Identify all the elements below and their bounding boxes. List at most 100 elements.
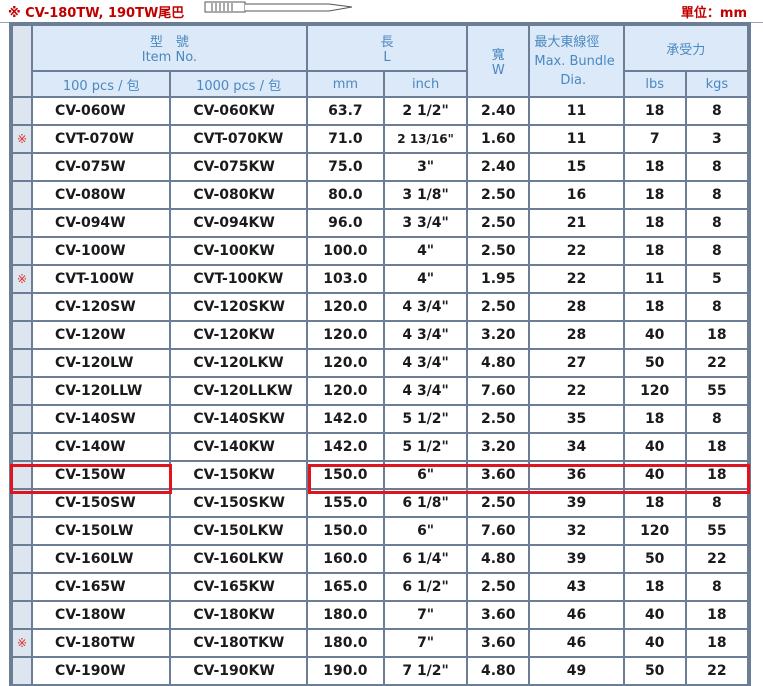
- bundle-dia-value: 49: [530, 658, 623, 684]
- row-mark: [13, 154, 32, 180]
- caption-note: ※ CV-180TW, 190TW尾巴: [8, 6, 185, 21]
- row-mark: [13, 462, 32, 488]
- bundle-dia-value: 39: [530, 546, 623, 572]
- item-no-1000: CV-120KW: [171, 322, 306, 348]
- table-row: CV-120LW CV-120LKW 120.0 4 3/4" 4.80 27 50 22: [13, 350, 747, 376]
- length-mm: 96.0: [307, 210, 383, 236]
- row-mark: [13, 378, 32, 404]
- bundle-dia-value: 22: [530, 378, 623, 404]
- item-no-100: CV-120LW: [33, 350, 170, 376]
- tensile-kgs: 5: [686, 266, 747, 292]
- table-row: CV-100W CV-100KW 100.0 4" 2.50 22 18 8: [13, 238, 747, 264]
- length-mm: 155.0: [307, 490, 383, 516]
- table-row: CV-190W CV-190KW 190.0 7 1/2" 4.80 49 50 22: [13, 658, 747, 684]
- bundle-dia-value: 36: [530, 462, 623, 488]
- item-no-1000: CV-120LKW: [171, 350, 306, 376]
- tensile-kgs: 18: [686, 462, 747, 488]
- length-inch: 6": [384, 518, 467, 544]
- row-mark: [13, 434, 32, 460]
- header-pack-1000: 1000 pcs / 包: [171, 72, 306, 96]
- cable-tie-tail-icon: [204, 1, 353, 13]
- width-value: 3.20: [468, 322, 529, 348]
- row-mark: [13, 98, 32, 124]
- width-value: 2.50: [468, 406, 529, 432]
- row-mark: [13, 602, 32, 628]
- item-no-100: CV-120W: [33, 322, 170, 348]
- item-no-100: CVT-100W: [33, 266, 170, 292]
- item-no-1000: CV-150SKW: [171, 490, 306, 516]
- item-no-1000: CV-060KW: [171, 98, 306, 124]
- length-inch: 6 1/2": [384, 574, 467, 600]
- bundle-dia-value: 27: [530, 350, 623, 376]
- table-row: ※ CVT-070W CVT-070KW 71.0 2 13/16" 1.60 11 7 3: [13, 126, 747, 152]
- tensile-lbs: 40: [624, 462, 685, 488]
- row-mark: [13, 322, 32, 348]
- tensile-lbs: 18: [624, 210, 685, 236]
- length-inch: 4": [384, 266, 467, 292]
- bundle-dia-value: 16: [530, 182, 623, 208]
- length-inch: 6 1/8": [384, 490, 467, 516]
- tensile-lbs: 50: [624, 350, 685, 376]
- width-value: 2.50: [468, 210, 529, 236]
- item-no-1000: CV-075KW: [171, 154, 306, 180]
- tensile-lbs: 18: [624, 574, 685, 600]
- table-row: CV-120LLW CV-120LLKW 120.0 4 3/4" 7.60 22 120 5…: [13, 378, 747, 404]
- length-mm: 142.0: [307, 406, 383, 432]
- length-inch: 3 3/4": [384, 210, 467, 236]
- length-mm: 142.0: [307, 434, 383, 460]
- length-inch: 7": [384, 630, 467, 656]
- length-mm: 100.0: [307, 238, 383, 264]
- bundle-dia-value: 43: [530, 574, 623, 600]
- header-width: 寬 W: [468, 26, 529, 96]
- width-value: 3.20: [468, 434, 529, 460]
- tensile-lbs: 18: [624, 182, 685, 208]
- item-no-1000: CVT-070KW: [171, 126, 306, 152]
- width-value: 2.50: [468, 490, 529, 516]
- bundle-dia-value: 32: [530, 518, 623, 544]
- item-no-1000: CV-180KW: [171, 602, 306, 628]
- table-row: CV-060W CV-060KW 63.7 2 1/2" 2.40 11 18 8: [13, 98, 747, 124]
- table-row: CV-180W CV-180KW 180.0 7" 3.60 46 40 18: [13, 602, 747, 628]
- length-inch: 4": [384, 238, 467, 264]
- item-no-1000: CVT-100KW: [171, 266, 306, 292]
- tensile-kgs: 8: [686, 406, 747, 432]
- tensile-lbs: 50: [624, 658, 685, 684]
- bundle-dia-value: 46: [530, 630, 623, 656]
- length-mm: 165.0: [307, 574, 383, 600]
- table-row: CV-150SW CV-150SKW 155.0 6 1/8" 2.50 39 18 8: [13, 490, 747, 516]
- header-length: 長 L: [307, 26, 467, 70]
- width-value: 2.50: [468, 294, 529, 320]
- table-row: ※ CV-180TW CV-180TKW 180.0 7" 3.60 46 40 18: [13, 630, 747, 656]
- bundle-dia-value: 46: [530, 602, 623, 628]
- row-mark: [13, 574, 32, 600]
- item-no-100: CV-060W: [33, 98, 170, 124]
- tensile-kgs: 8: [686, 210, 747, 236]
- unit-label: 單位：mm: [680, 6, 747, 21]
- header-kgs: kgs: [686, 72, 747, 96]
- tensile-kgs: 8: [686, 238, 747, 264]
- tensile-lbs: 50: [624, 546, 685, 572]
- header-lbs: lbs: [624, 72, 685, 96]
- item-no-100: CV-165W: [33, 574, 170, 600]
- table-row: CV-120W CV-120KW 120.0 4 3/4" 3.20 28 40 18: [13, 322, 747, 348]
- length-inch: 4 3/4": [384, 378, 467, 404]
- tensile-lbs: 120: [624, 518, 685, 544]
- table-row: CV-080W CV-080KW 80.0 3 1/8" 2.50 16 18 8: [13, 182, 747, 208]
- table-row: CV-120SW CV-120SKW 120.0 4 3/4" 2.50 28 18 8: [13, 294, 747, 320]
- table-row: CV-075W CV-075KW 75.0 3" 2.40 15 18 8: [13, 154, 747, 180]
- tensile-lbs: 18: [624, 294, 685, 320]
- length-inch: 3 1/8": [384, 182, 467, 208]
- tensile-lbs: 40: [624, 602, 685, 628]
- length-mm: 150.0: [307, 462, 383, 488]
- item-no-100: CVT-070W: [33, 126, 170, 152]
- tensile-lbs: 18: [624, 154, 685, 180]
- length-mm: 120.0: [307, 350, 383, 376]
- tensile-lbs: 40: [624, 630, 685, 656]
- tensile-kgs: 55: [686, 378, 747, 404]
- bundle-dia-value: 28: [530, 322, 623, 348]
- table-row: CV-165W CV-165KW 165.0 6 1/2" 2.50 43 18 8: [13, 574, 747, 600]
- tensile-kgs: 18: [686, 434, 747, 460]
- header-tensile: 承受力: [624, 26, 747, 70]
- spec-table: 型 號 Item No. 長 L 寬 W 最大東線徑 Max. Bundle D…: [11, 24, 749, 686]
- row-mark: [13, 294, 32, 320]
